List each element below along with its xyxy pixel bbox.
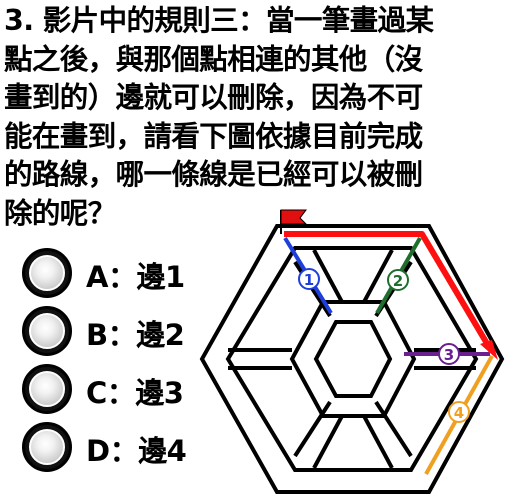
edge-2-number: 2 [393,272,403,290]
radio-button-c[interactable] [22,364,72,414]
option-a-label: A：邊1 [86,260,185,294]
edge-4-marker: 4 [448,401,470,423]
edge-1-marker: 1 [298,268,320,290]
option-c[interactable]: C：邊3 [20,362,220,420]
option-d[interactable]: D：邊4 [20,420,220,478]
edge-2-marker: 2 [387,269,409,291]
question-line: 3. 影片中的規則三：當一筆畫過某 [4,4,434,37]
edge-3-marker: 3 [438,343,460,365]
radio-button-b[interactable] [22,306,72,356]
option-c-label: C：邊3 [86,376,184,410]
option-b[interactable]: B：邊2 [20,304,220,362]
question-line: 畫到的）邊就可以刪除，因為不可 [4,81,423,114]
option-a[interactable]: A：邊1 [20,246,220,304]
question-line: 能在畫到，請看下圖依據目前完成 [4,119,423,153]
edge-1-number: 1 [304,271,314,289]
question-line: 的路線，哪一條線是已經可以被刪 [4,158,423,191]
option-d-label: D：邊4 [86,434,187,468]
edge-4-number: 4 [454,404,464,422]
radio-button-d[interactable] [22,422,72,472]
answer-options: A：邊1 B：邊2 C：邊3 D：邊4 [20,246,220,478]
hexagon-path-diagram: 1 2 3 4 [199,209,505,494]
radio-button-a[interactable] [22,248,72,298]
start-flag-icon [280,209,308,234]
question-text: 3. 影片中的規則三：當一筆畫過某 點之後，與那個點相連的其他（沒 畫到的）邊就… [4,2,502,233]
edge-3-number: 3 [444,346,454,364]
question-line: 點之後，與那個點相連的其他（沒 [4,42,423,76]
option-b-label: B：邊2 [86,318,185,352]
